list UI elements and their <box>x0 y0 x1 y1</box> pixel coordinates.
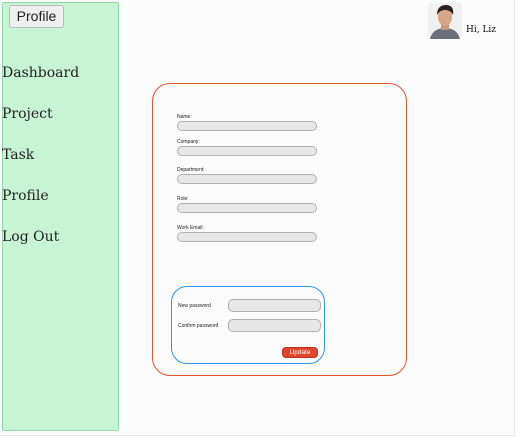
confirm-password-label: Confirm password <box>178 322 219 329</box>
confirm-password-row: Confirm password <box>178 319 321 332</box>
password-card: New password Confirm password Update <box>171 286 325 364</box>
new-password-row: New password <box>178 299 321 312</box>
profile-card: Name: Company: Department: Role: Work Em… <box>152 83 407 376</box>
confirm-password-input[interactable] <box>228 319 321 332</box>
sidebar-item-project[interactable]: Project <box>2 104 79 145</box>
sidebar-item-profile[interactable]: Profile <box>2 186 79 227</box>
role-input[interactable] <box>177 203 317 213</box>
sidebar-item-log-out[interactable]: Log Out <box>2 227 79 268</box>
sidebar-item-dashboard[interactable]: Dashboard <box>2 63 79 104</box>
field-label: Company: <box>177 139 200 145</box>
page-title-button[interactable]: Profile <box>9 5 64 28</box>
sidebar-item-task[interactable]: Task <box>2 145 79 186</box>
field-company: Company: <box>177 138 317 156</box>
name-input[interactable] <box>177 121 317 131</box>
user-avatar-icon <box>428 3 462 39</box>
sidebar-nav: Dashboard Project Task Profile Log Out <box>2 63 79 268</box>
field-label: Role: <box>177 196 189 202</box>
field-label: Name: <box>177 114 192 120</box>
field-label: Work Email: <box>177 225 204 231</box>
work-email-input[interactable] <box>177 232 317 242</box>
greeting-text: Hi, Liz <box>466 25 497 35</box>
avatar <box>428 3 462 39</box>
field-department: Department: <box>177 166 317 184</box>
field-name: Name: <box>177 113 317 131</box>
new-password-input[interactable] <box>228 299 321 312</box>
field-work-email: Work Email: <box>177 224 317 242</box>
company-input[interactable] <box>177 146 317 156</box>
field-label: Department: <box>177 167 205 173</box>
update-button[interactable]: Update <box>282 347 318 358</box>
new-password-label: New password <box>178 302 211 309</box>
department-input[interactable] <box>177 174 317 184</box>
field-role: Role: <box>177 195 317 213</box>
user-menu[interactable]: Hi, Liz <box>428 3 496 39</box>
